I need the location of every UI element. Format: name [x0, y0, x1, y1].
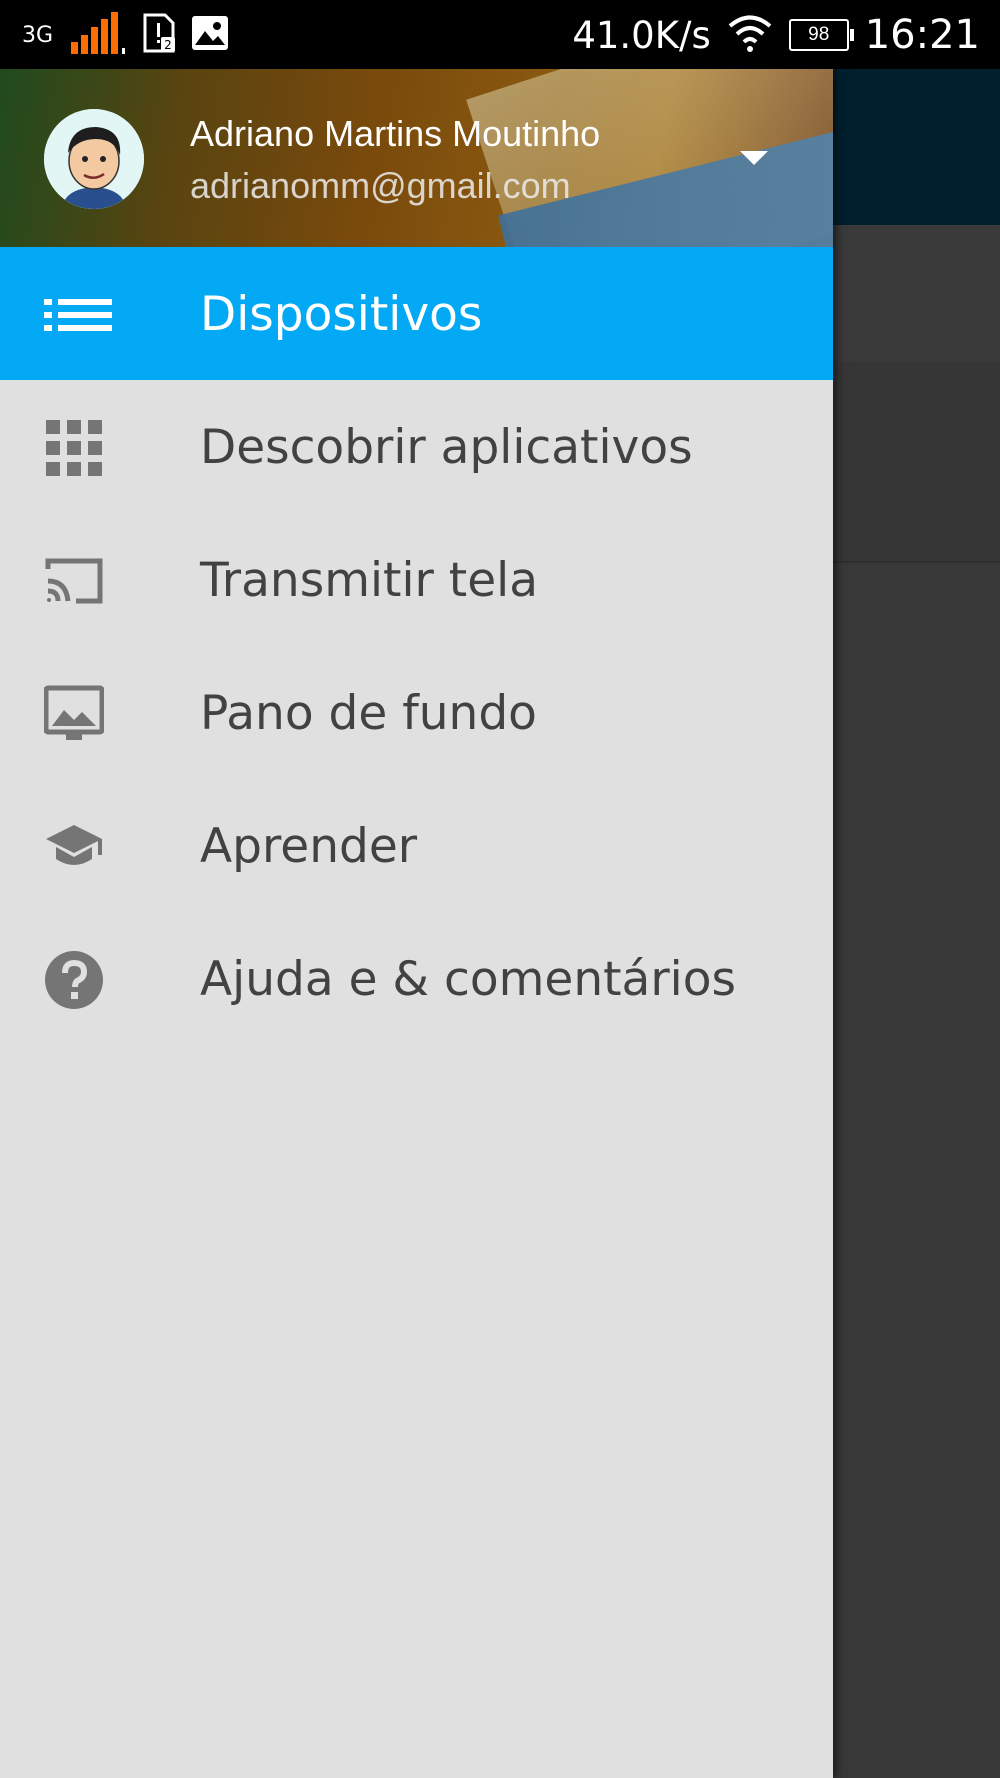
signal-icon	[71, 11, 127, 59]
menu-label: Transmitir tela	[200, 553, 538, 608]
app-content-row	[833, 361, 1000, 563]
net-speed: 41.0K/s	[572, 13, 711, 57]
wallpaper-icon	[43, 684, 105, 744]
clock: 16:21	[864, 12, 980, 58]
menu-item-dispositivos[interactable]: Dispositivos	[0, 247, 833, 380]
navigation-drawer: Adriano Martins Moutinho adrianomm@gmail…	[0, 69, 833, 1778]
menu-label: Descobrir aplicativos	[200, 420, 693, 475]
status-bar-left: 3G 2	[22, 10, 229, 60]
menu-label: Pano de fundo	[200, 686, 537, 741]
account-dropdown-icon[interactable]	[736, 145, 772, 169]
status-bar-right: 41.0K/s 98 16:21	[572, 8, 980, 62]
svg-text:2: 2	[164, 38, 172, 52]
drawer-header[interactable]: Adriano Martins Moutinho adrianomm@gmail…	[0, 69, 833, 247]
cast-icon	[44, 551, 104, 611]
status-bar: 3G 2 41.0K/s 98 16:21	[0, 0, 1000, 69]
battery-icon: 98	[788, 19, 854, 51]
help-icon	[44, 950, 104, 1010]
image-notification-icon	[191, 15, 229, 56]
menu-item-descobrir-aplicativos[interactable]: Descobrir aplicativos	[0, 380, 833, 513]
menu-label: Ajuda e & comentários	[200, 952, 736, 1007]
app-background-scrim[interactable]	[833, 69, 1000, 1778]
menu-item-transmitir-tela[interactable]: Transmitir tela	[0, 513, 833, 646]
network-type: 3G	[22, 22, 54, 48]
drawer-menu: Dispositivos Descobrir aplicativos Trans…	[0, 247, 833, 1045]
menu-item-pano-de-fundo[interactable]: Pano de fundo	[0, 646, 833, 779]
school-icon	[44, 817, 104, 877]
menu-item-ajuda[interactable]: Ajuda e & comentários	[0, 912, 833, 1045]
apps-grid-icon	[44, 418, 104, 478]
app-content-row	[833, 225, 1000, 361]
account-name: Adriano Martins Moutinho	[190, 113, 601, 154]
avatar[interactable]	[44, 109, 144, 209]
app-toolbar	[833, 69, 1000, 225]
menu-label: Dispositivos	[200, 287, 483, 342]
menu-item-aprender[interactable]: Aprender	[0, 779, 833, 912]
menu-label: Aprender	[200, 819, 418, 874]
battery-level: 98	[808, 24, 830, 45]
list-icon	[44, 285, 112, 345]
account-email: adrianomm@gmail.com	[190, 165, 571, 206]
wifi-icon	[727, 13, 773, 58]
sim-notification-icon: 2	[141, 13, 177, 58]
